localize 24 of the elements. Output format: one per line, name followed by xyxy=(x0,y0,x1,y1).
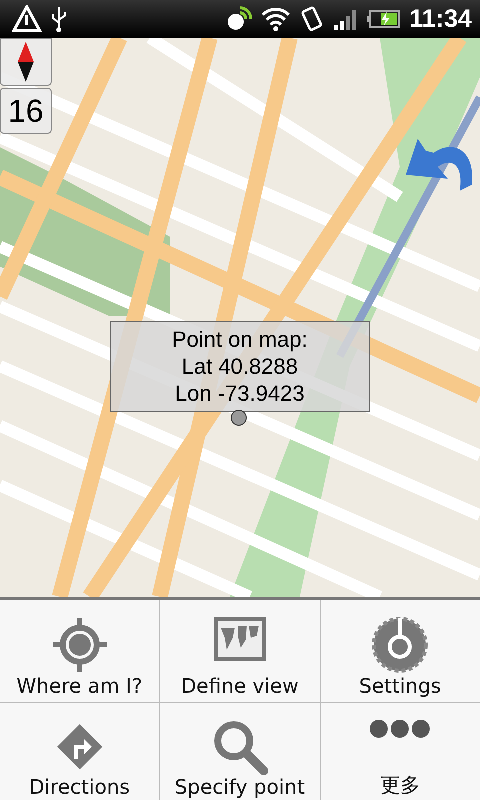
map-view[interactable]: 16 Point on map: Lat 40.8288 Lon -73.9423 xyxy=(0,38,480,597)
menu-item[interactable]: Where am I? xyxy=(0,600,160,702)
clock-time: 11:34 xyxy=(409,4,472,34)
gear-icon xyxy=(371,616,430,674)
zoom-level-indicator: 16 xyxy=(0,88,52,134)
warning-icon xyxy=(12,5,42,33)
more-icon xyxy=(369,719,432,739)
menu-item[interactable]: Define view xyxy=(160,600,320,702)
usb-icon xyxy=(50,5,68,33)
menu-item[interactable]: Settings xyxy=(320,600,480,702)
coordinate-text: Lon -73.9423 xyxy=(175,380,305,407)
compass-icon xyxy=(16,40,36,84)
battery-icon xyxy=(367,9,402,29)
crosshair-icon xyxy=(50,616,109,674)
popup-title: Point on map: xyxy=(172,326,308,353)
menu-item[interactable]: Directions xyxy=(0,703,160,800)
satellite-icon xyxy=(225,5,254,33)
menu-item[interactable]: Specify point xyxy=(160,703,320,800)
compass-button[interactable] xyxy=(0,38,52,86)
search-icon xyxy=(212,719,268,775)
menu-item[interactable]: 更多 xyxy=(320,703,480,800)
wifi-icon xyxy=(261,6,292,32)
coordinate-text: Lat 40.8288 xyxy=(182,353,298,380)
world-map-icon xyxy=(212,616,267,662)
